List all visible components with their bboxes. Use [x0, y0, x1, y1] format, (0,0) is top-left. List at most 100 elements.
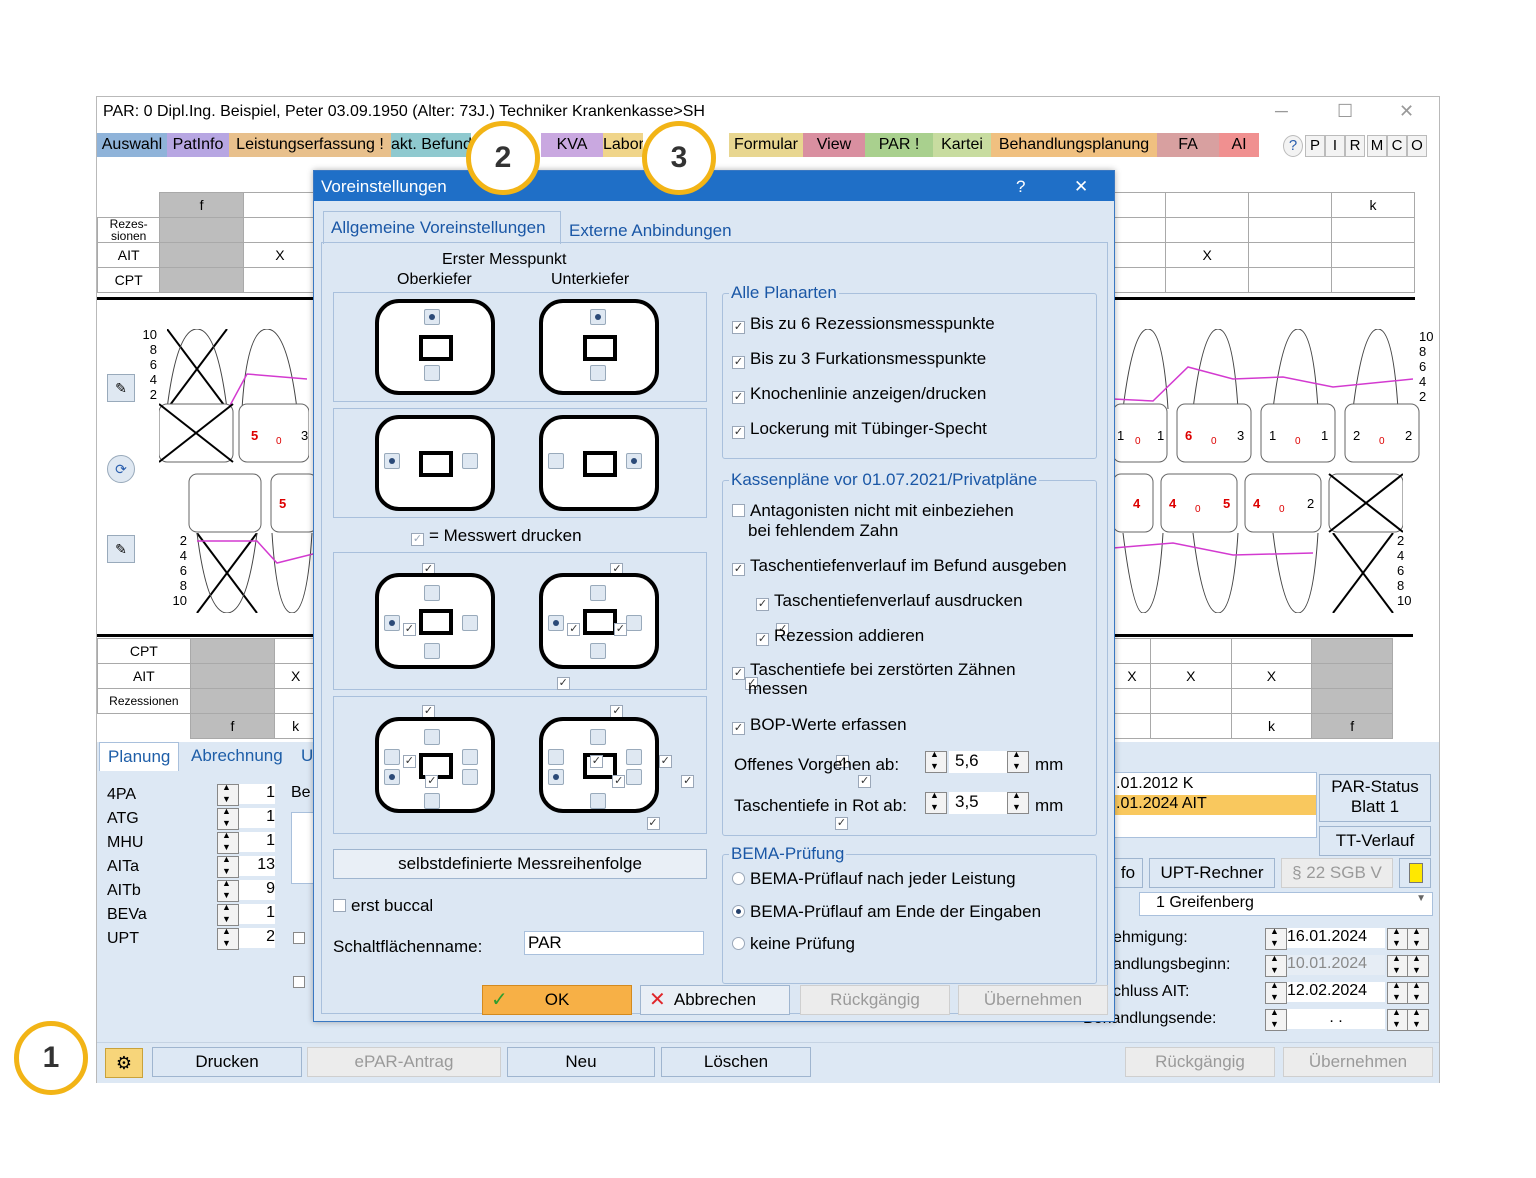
- erst-buccal-checkbox[interactable]: erst buccal: [333, 896, 433, 916]
- point-ok-4-right-b[interactable]: [462, 769, 478, 785]
- date-stepper-2b[interactable]: [1387, 953, 1409, 977]
- loeschen-button[interactable]: Löschen: [661, 1047, 811, 1077]
- par-status-button[interactable]: PAR-Status Blatt 1: [1319, 774, 1431, 822]
- cb-rezessionsmesspunkte[interactable]: ✓ Bis zu 6 Rezessionsmesspunkte: [732, 314, 995, 334]
- tab-behandlungsplanung[interactable]: Behandlungsplanung: [991, 133, 1158, 157]
- close-icon[interactable]: ✕: [1399, 101, 1414, 122]
- taschentiefe-rot-stepper-down[interactable]: [925, 790, 947, 814]
- clipboard-icon[interactable]: [1399, 858, 1431, 888]
- tab-allgemeine[interactable]: Allgemeine Voreinstellungen: [323, 211, 561, 244]
- count-stepper-aita[interactable]: [217, 854, 239, 878]
- drucken-button[interactable]: Drucken: [152, 1047, 302, 1077]
- point-uk-4-left-a[interactable]: [548, 749, 564, 765]
- schaltflaechenname-input[interactable]: PAR: [524, 931, 704, 955]
- cb-knochenlinie[interactable]: ✓ Knochenlinie anzeigen/drucken: [732, 384, 986, 404]
- offenes-vorgehen-stepper-down[interactable]: [925, 749, 947, 773]
- date-stepper-3b[interactable]: [1387, 980, 1409, 1004]
- point-ok-4-right-a[interactable]: [462, 749, 478, 765]
- tab-auswahl[interactable]: Auswahl: [97, 133, 168, 157]
- tab-formular[interactable]: Formular: [729, 133, 804, 157]
- count-stepper-4pa[interactable]: [217, 782, 239, 806]
- cb-p4-ok-right-b[interactable]: ✓: [612, 775, 626, 788]
- o-button[interactable]: O: [1407, 135, 1427, 157]
- tab-externe-anbindungen[interactable]: Externe Anbindungen: [569, 221, 732, 241]
- chevron-down-icon[interactable]: ▼: [1416, 893, 1426, 904]
- cb-taschen-drucken[interactable]: ✓ Taschentiefenverlauf ausdrucken: [756, 591, 1023, 611]
- dialog-rueckgaengig-button[interactable]: Rückgängig: [800, 985, 950, 1015]
- point-uk-3-bottom[interactable]: [590, 643, 606, 659]
- point-ok-1-bottom[interactable]: [424, 365, 440, 381]
- count-stepper-upt[interactable]: [217, 926, 239, 950]
- date-value-behandlungsende[interactable]: . .: [1287, 1009, 1385, 1029]
- point-uk-4-right-a[interactable]: [626, 749, 642, 765]
- taschentiefe-rot-stepper-up[interactable]: [1007, 790, 1029, 814]
- date-stepper-4c[interactable]: [1407, 1007, 1429, 1031]
- dialog-uebernehmen-button[interactable]: Übernehmen: [958, 985, 1108, 1015]
- cb-p3-ok-bottom[interactable]: ✓: [556, 677, 570, 690]
- count-value-aita[interactable]: 13: [239, 856, 275, 876]
- upt-rechner-button[interactable]: UPT-Rechner: [1149, 858, 1275, 888]
- date-stepper-4[interactable]: [1265, 1007, 1287, 1031]
- rueckgaengig-button[interactable]: Rückgängig: [1125, 1047, 1275, 1077]
- count-stepper-mhu[interactable]: [217, 830, 239, 854]
- c-button[interactable]: C: [1387, 135, 1407, 157]
- cb-p4-uk-left-b[interactable]: ✓: [681, 775, 695, 788]
- count-value-aitb[interactable]: 9: [239, 880, 275, 900]
- radio-bema-jede-leistung[interactable]: BEMA-Prüflauf nach jeder Leistung: [732, 869, 1016, 889]
- maximize-icon[interactable]: ☐: [1337, 101, 1353, 122]
- point-uk-3-top[interactable]: [590, 585, 606, 601]
- cb-lockerung[interactable]: ✓ Lockerung mit Tübinger-Specht: [732, 419, 987, 439]
- offenes-vorgehen-stepper-up[interactable]: [1007, 749, 1029, 773]
- cb-zerstoerte-zaehne[interactable]: ✓ Taschentiefe bei zerstörten Zähnen: [732, 660, 1016, 680]
- taschentiefe-rot-value[interactable]: 3,5: [949, 792, 1009, 814]
- tab-abrechnung[interactable]: Abrechnung: [183, 742, 291, 770]
- epar-antrag-button[interactable]: ePAR-Antrag: [307, 1047, 501, 1077]
- cb-taschen-befund[interactable]: ✓ Taschentiefenverlauf im Befund ausgeben: [732, 556, 1067, 576]
- m-button[interactable]: M: [1367, 135, 1387, 157]
- sgb-button[interactable]: § 22 SGB V: [1281, 858, 1393, 888]
- date-stepper-2c[interactable]: [1407, 953, 1429, 977]
- tab-kva[interactable]: KVA: [541, 133, 604, 157]
- history-item-2[interactable]: .01.2024 AIT: [1116, 795, 1207, 813]
- point-ok-4-bottom[interactable]: [424, 793, 440, 809]
- edit-lower-icon[interactable]: ✎: [107, 535, 135, 563]
- tab-akt-befund[interactable]: akt. Befund: [391, 133, 472, 157]
- neu-button[interactable]: Neu: [507, 1047, 655, 1077]
- tab-patinfo[interactable]: PatInfo: [167, 133, 230, 157]
- r-button[interactable]: R: [1345, 135, 1365, 157]
- help-icon[interactable]: ?: [1283, 135, 1303, 157]
- tab-leistungserfassung[interactable]: Leistungserfassung !: [229, 133, 392, 157]
- date-value-abschluss[interactable]: 12.02.2024: [1287, 982, 1385, 1002]
- count-value-upt[interactable]: 2: [239, 928, 275, 948]
- be-textbox[interactable]: [291, 812, 315, 884]
- minimize-icon[interactable]: ─: [1275, 101, 1288, 122]
- selbstdefinierte-messreihenfolge-button[interactable]: selbstdefinierte Messreihenfolge: [333, 849, 707, 879]
- cb-p4-ok-left-b[interactable]: ✓: [425, 775, 439, 788]
- date-stepper-4b[interactable]: [1387, 1007, 1409, 1031]
- p-button[interactable]: P: [1305, 135, 1325, 157]
- point-uk-3-left[interactable]: [548, 615, 564, 631]
- point-uk-2-left[interactable]: [548, 453, 564, 469]
- point-uk-4-left-b[interactable]: [548, 769, 564, 785]
- point-ok-3-bottom[interactable]: [424, 643, 440, 659]
- side-checkbox-2[interactable]: [293, 976, 305, 988]
- point-uk-4-right-b[interactable]: [626, 769, 642, 785]
- ok-button[interactable]: ✓ OK: [482, 985, 632, 1015]
- tab-par[interactable]: PAR !: [865, 133, 934, 157]
- count-value-mhu[interactable]: 1: [239, 832, 275, 852]
- point-uk-2-right[interactable]: [626, 453, 642, 469]
- date-stepper-1c[interactable]: [1407, 926, 1429, 950]
- tab-labor[interactable]: Labor: [603, 133, 644, 157]
- cb-rezession-addieren[interactable]: ✓ Rezession addieren: [756, 626, 924, 646]
- date-stepper-3c[interactable]: [1407, 980, 1429, 1004]
- history-list[interactable]: .01.2012 K .01.2024 AIT: [1113, 772, 1317, 838]
- point-ok-4-left-a[interactable]: [384, 749, 400, 765]
- cb-p4-ok-bottom[interactable]: ✓: [646, 817, 660, 830]
- point-ok-3-right[interactable]: [462, 615, 478, 631]
- point-ok-2-left[interactable]: [384, 453, 400, 469]
- tab-fa[interactable]: FA: [1157, 133, 1220, 157]
- point-ok-4-left-b[interactable]: [384, 769, 400, 785]
- point-uk-1-bottom[interactable]: [590, 365, 606, 381]
- edit-upper-icon[interactable]: ✎: [107, 374, 135, 402]
- tab-ai[interactable]: AI: [1219, 133, 1260, 157]
